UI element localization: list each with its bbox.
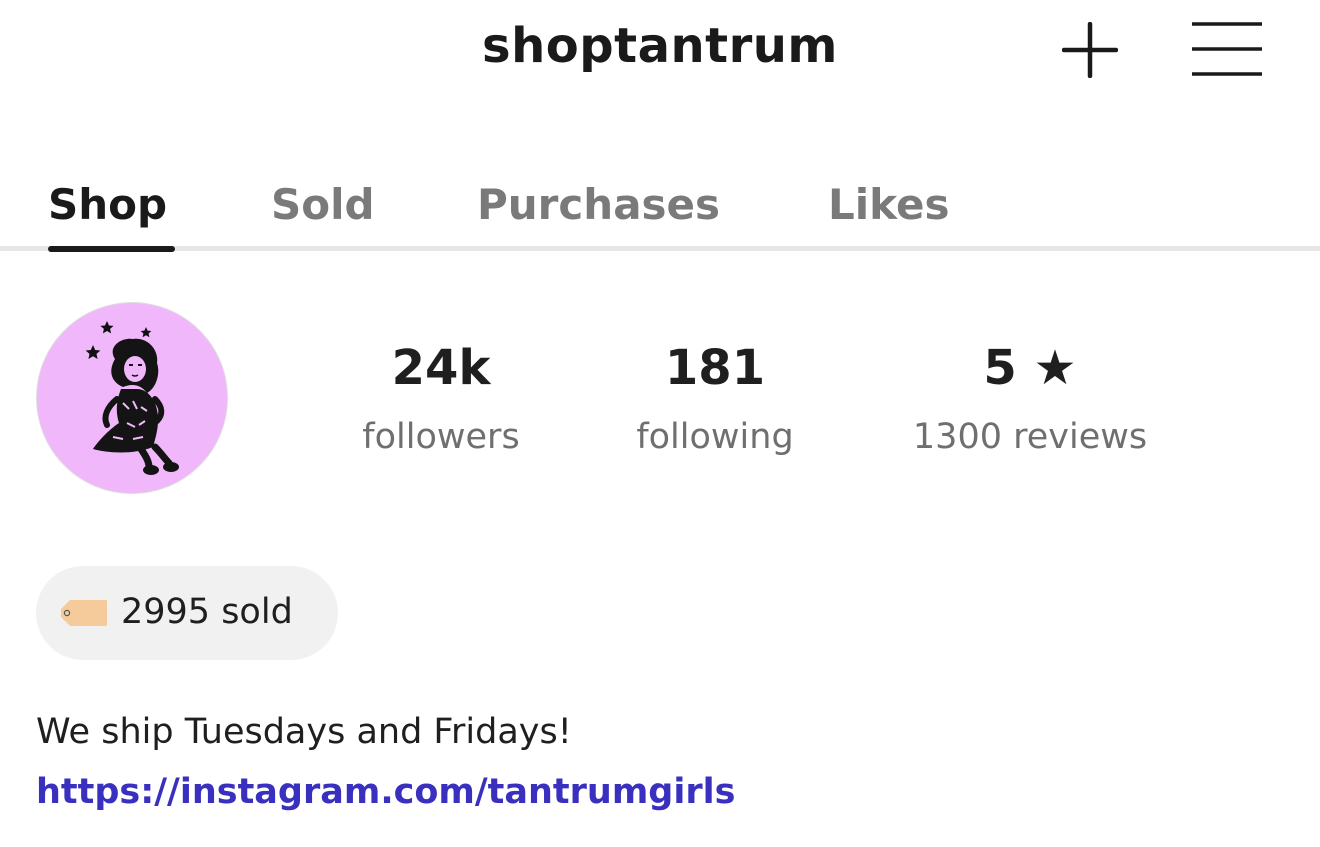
- tab-sold[interactable]: Sold: [271, 180, 375, 229]
- profile-link[interactable]: https://instagram.com/tantrumgirls: [36, 772, 735, 812]
- reviews-stat[interactable]: 5 ★ 1300 reviews: [900, 338, 1160, 462]
- tabs-divider: [0, 246, 1320, 251]
- followers-label: followers: [362, 417, 520, 457]
- rating-value: 5 ★: [983, 340, 1077, 396]
- profile-header: shoptantrum: [0, 0, 1320, 110]
- following-count: 181: [664, 340, 766, 396]
- avatar[interactable]: [36, 302, 228, 494]
- tab-likes[interactable]: Likes: [828, 180, 949, 229]
- following-stat[interactable]: 181 following: [626, 338, 804, 462]
- followers-count: 24k: [391, 340, 491, 396]
- sold-count-badge: 2995 sold: [36, 566, 338, 660]
- profile-tabs: Shop Sold Purchases Likes: [0, 160, 1320, 252]
- active-tab-indicator: [48, 246, 175, 252]
- tab-shop[interactable]: Shop: [48, 180, 167, 229]
- plus-icon[interactable]: [1062, 22, 1118, 78]
- followers-stat[interactable]: 24k followers: [352, 338, 530, 462]
- sold-count-text: 2995 sold: [121, 592, 293, 632]
- price-tag-icon: [61, 600, 107, 626]
- following-label: following: [636, 417, 794, 457]
- avatar-illustration: [85, 321, 179, 475]
- tab-purchases[interactable]: Purchases: [477, 180, 720, 229]
- profile-bio: We ship Tuesdays and Fridays!: [36, 712, 572, 752]
- profile-username: shoptantrum: [482, 18, 838, 74]
- reviews-label: 1300 reviews: [912, 417, 1148, 457]
- hamburger-menu-icon[interactable]: [1190, 20, 1264, 78]
